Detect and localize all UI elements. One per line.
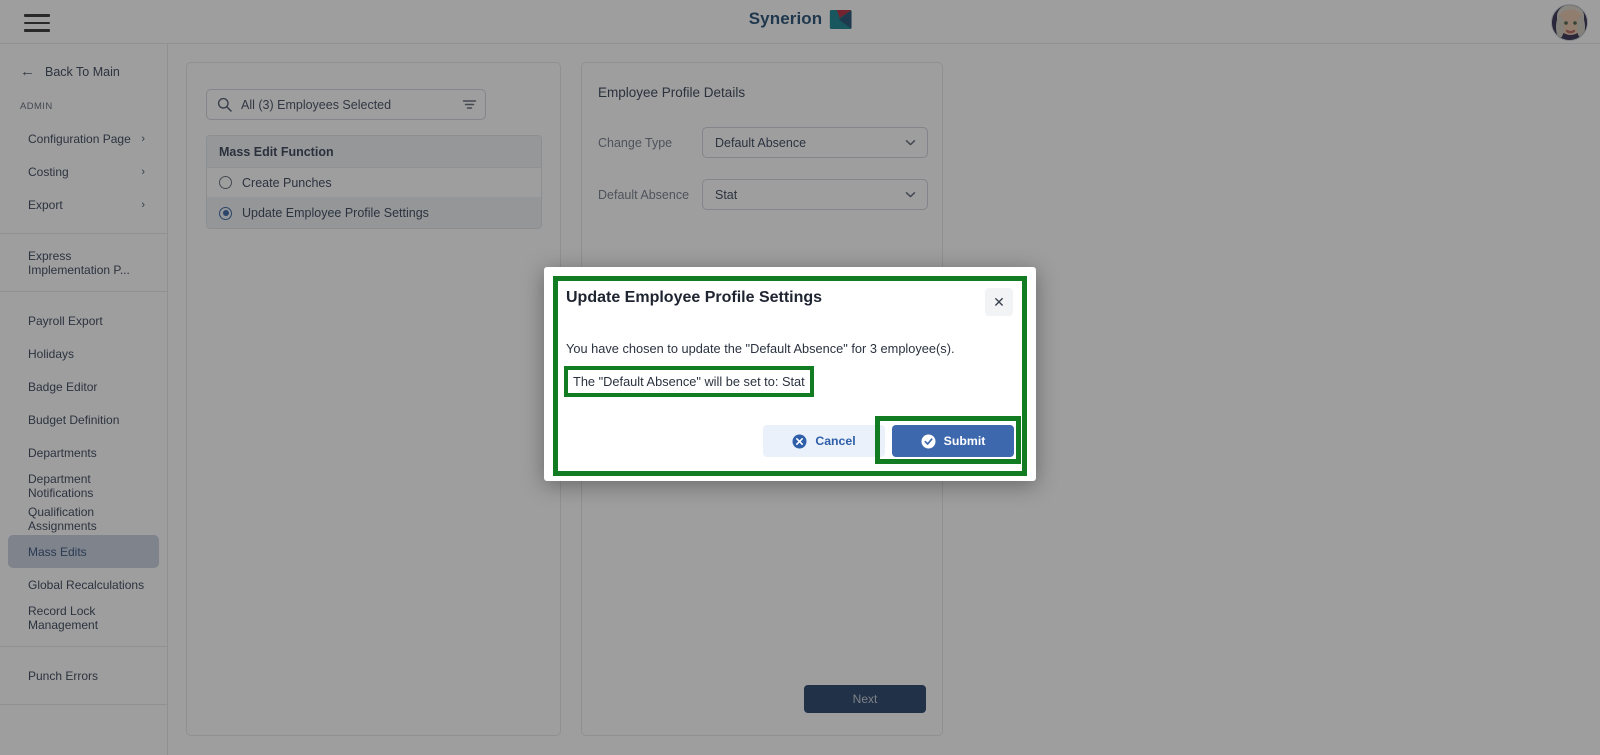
dialog-message-primary: You have chosen to update the "Default A… [566,341,955,356]
dialog-message-secondary: The "Default Absence" will be set to: St… [573,374,805,389]
cancel-button-label: Cancel [815,434,856,448]
cancel-button[interactable]: Cancel [763,425,885,457]
dialog-title: Update Employee Profile Settings [566,289,823,306]
update-employee-profile-settings-dialog: Update Employee Profile Settings ✕ You h… [544,267,1036,481]
highlight-box-message-secondary: The "Default Absence" will be set to: St… [564,366,814,397]
close-icon[interactable]: ✕ [985,288,1013,316]
cancel-circle-icon [792,434,807,449]
dialog-footer: Cancel Submit [763,425,1014,457]
submit-button[interactable]: Submit [892,425,1014,457]
submit-button-label: Submit [943,434,986,448]
check-circle-icon [921,434,936,449]
